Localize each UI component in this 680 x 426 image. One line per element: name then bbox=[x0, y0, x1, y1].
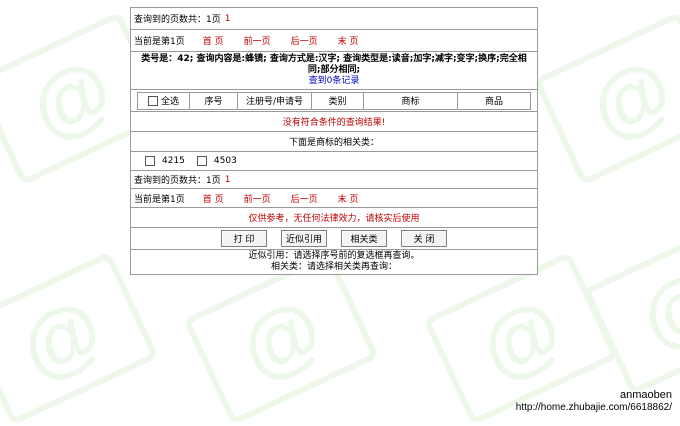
no-result-row: 没有符合条件的查询结果! bbox=[131, 112, 537, 132]
related-classes-heading: 下面是商标的相关类： bbox=[288, 138, 379, 148]
related-class-code: 4215 bbox=[162, 156, 185, 166]
related-class-checkbox[interactable] bbox=[145, 156, 155, 166]
disclaimer-text: 仅供参考，无任何法律效力，请核实后使用 bbox=[248, 214, 420, 224]
background-watermark-at-icon: @ bbox=[182, 251, 380, 426]
related-class-code: 4503 bbox=[213, 156, 237, 166]
select-all-label: 全选 bbox=[160, 97, 179, 107]
no-result-message: 没有符合条件的查询结果! bbox=[282, 118, 386, 128]
note-similar: 近似引用：请选择序号前的复选框再查询。 bbox=[248, 251, 420, 261]
page-count-label: 查询到的页数共：1页 bbox=[134, 15, 221, 25]
background-watermark-at-icon: @ bbox=[582, 221, 680, 396]
usage-notes: 近似引用：请选择序号前的复选框再查询。 相关类：请选择相关类再查询： bbox=[131, 250, 537, 274]
next-page-link[interactable]: 后一页 bbox=[291, 192, 318, 205]
column-header-trademark: 商标 bbox=[364, 92, 458, 109]
select-all-cell[interactable]: 全选 bbox=[138, 92, 190, 109]
column-header-reg-no: 注册号/申请号 bbox=[238, 92, 312, 109]
page-count-summary-bottom: 查询到的页数共：1页 1 bbox=[131, 171, 537, 189]
search-results-panel: 查询到的页数共：1页 1 当前是第1页 首 页 前一页 后一页 末 页 类号是：… bbox=[130, 7, 538, 275]
close-button[interactable]: 关 闭 bbox=[401, 230, 447, 247]
related-class-checkbox[interactable] bbox=[196, 156, 207, 166]
last-page-link[interactable]: 末 页 bbox=[338, 34, 359, 47]
page-count-summary-top: 查询到的页数共：1页 1 bbox=[131, 8, 537, 30]
query-description: 类号是：42; 查询内容是:蜂镜; 查询方式是:汉字; 查询类型是:读音;加字;… bbox=[141, 54, 527, 75]
page-count-value: 1 bbox=[224, 13, 231, 24]
column-header-class: 类别 bbox=[312, 92, 364, 109]
table-header-row: 全选 序号 注册号/申请号 类别 商标 商品 bbox=[131, 90, 537, 112]
first-page-link[interactable]: 首 页 bbox=[203, 192, 224, 205]
background-watermark-at-icon: @ bbox=[0, 251, 160, 426]
current-page-label: 当前是第1页 bbox=[134, 194, 185, 205]
pager-top: 当前是第1页 首 页 前一页 后一页 末 页 bbox=[131, 30, 537, 52]
prev-page-link[interactable]: 前一页 bbox=[244, 192, 271, 205]
watermark-username: anmaoben bbox=[620, 389, 672, 401]
column-header-serial: 序号 bbox=[190, 92, 238, 109]
watermark-url: http://home.zhubajie.com/6618862/ bbox=[515, 402, 672, 413]
first-page-link[interactable]: 首 页 bbox=[203, 34, 224, 47]
next-page-link[interactable]: 后一页 bbox=[291, 34, 318, 47]
related-classes-button[interactable]: 相关类 bbox=[341, 230, 387, 247]
background-watermark-at-icon: @ bbox=[422, 251, 620, 426]
result-count-link[interactable]: 查到0条记录 bbox=[309, 76, 360, 87]
note-related: 相关类：请选择相关类再查询： bbox=[270, 262, 397, 272]
query-info: 类号是：42; 查询内容是:蜂镜; 查询方式是:汉字; 查询类型是:读音;加字;… bbox=[131, 52, 537, 90]
last-page-link[interactable]: 末 页 bbox=[338, 192, 359, 205]
background-watermark-at-icon: @ bbox=[532, 11, 680, 186]
prev-page-link[interactable]: 前一页 bbox=[244, 34, 271, 47]
pager-bottom: 当前是第1页 首 页 前一页 后一页 末 页 bbox=[131, 189, 537, 208]
disclaimer-row: 仅供参考，无任何法律效力，请核实后使用 bbox=[131, 208, 537, 228]
column-header-goods: 商品 bbox=[484, 97, 503, 107]
results-table-header: 全选 序号 注册号/申请号 类别 商标 商品 bbox=[137, 91, 531, 110]
related-classes-row: 4215 4503 bbox=[131, 152, 537, 171]
related-heading-row: 下面是商标的相关类： bbox=[131, 132, 537, 152]
action-buttons-row: 打 印 近似引用 相关类 关 闭 bbox=[131, 228, 537, 250]
page-count-value: 1 bbox=[224, 174, 231, 185]
print-button[interactable]: 打 印 bbox=[221, 230, 267, 247]
select-all-checkbox[interactable] bbox=[147, 95, 158, 106]
current-page-label: 当前是第1页 bbox=[134, 37, 185, 47]
page-count-label: 查询到的页数共：1页 bbox=[134, 176, 221, 186]
similar-reference-button[interactable]: 近似引用 bbox=[281, 230, 327, 247]
